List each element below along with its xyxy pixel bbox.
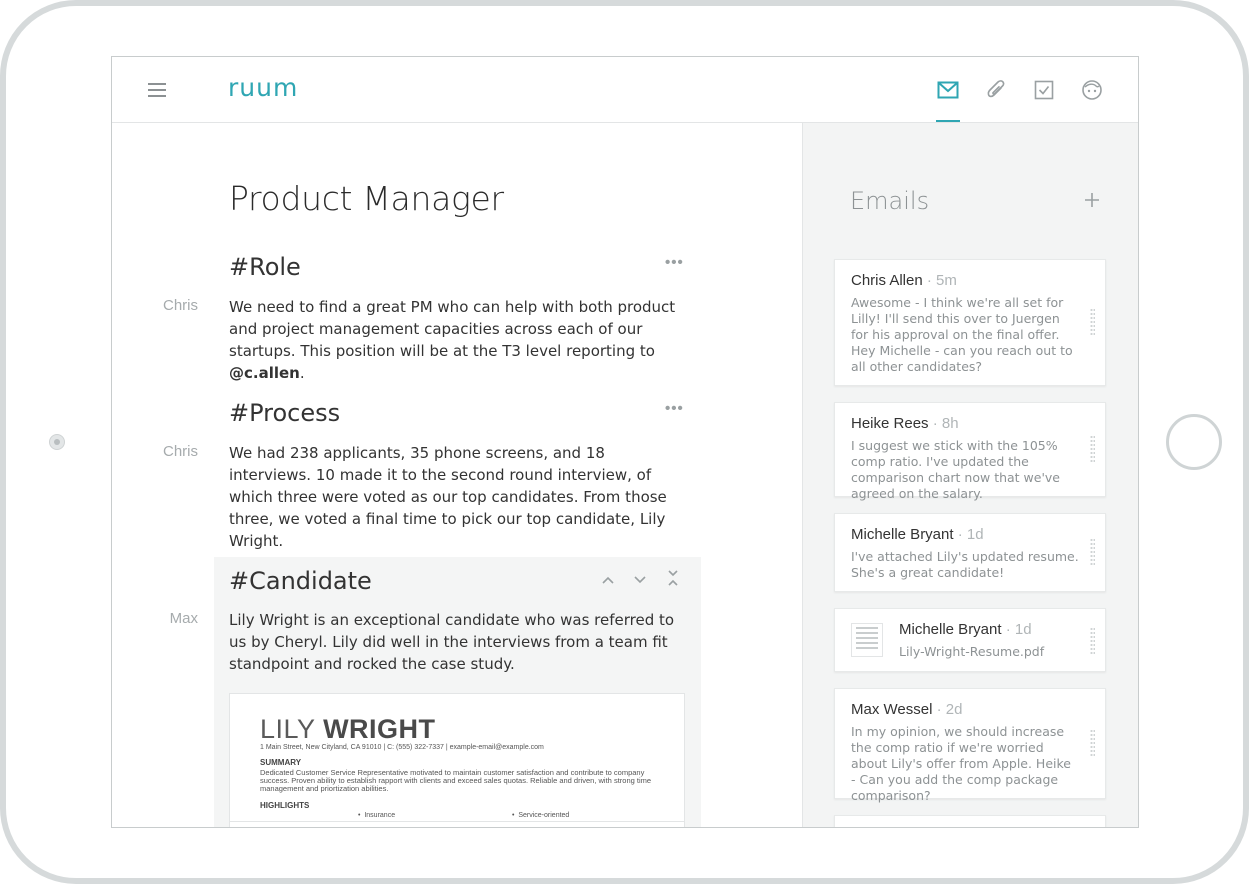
- section-author: Max: [169, 610, 198, 627]
- section-body-candidate[interactable]: Lily Wright is an exceptional candidate …: [229, 609, 689, 675]
- email-snippet: I've attached Lily's updated resume. She…: [851, 549, 1079, 580]
- app-screen: ruum Product Manager #Role ••• Chris We …: [111, 56, 1139, 828]
- sidebar-title: Emails: [850, 187, 930, 215]
- email-card[interactable]: Heike Rees · 8h I suggest we stick with …: [834, 402, 1106, 501]
- resume-highlight: • Insurance: [358, 812, 396, 819]
- checkbox-icon[interactable]: [1031, 77, 1057, 103]
- email-header: Chris Allen · 5m: [851, 272, 957, 289]
- section-heading-process[interactable]: #Process: [229, 399, 340, 427]
- pdf-thumbnail-icon: [851, 623, 883, 657]
- drag-handle-icon[interactable]: [1090, 538, 1095, 566]
- resume-preview[interactable]: LILY WRIGHT 1 Main Street, New Cityland,…: [229, 693, 685, 827]
- email-header: Heike Rees · 8h: [851, 415, 959, 432]
- section-heading-role[interactable]: #Role: [229, 253, 301, 281]
- drag-handle-icon[interactable]: [1090, 729, 1095, 757]
- email-header: Michelle Bryant · 1d: [851, 526, 984, 543]
- drag-handle-icon[interactable]: [1090, 308, 1095, 336]
- email-attachment-card[interactable]: Michelle Bryant · 1d Lily-Wright-Resume.…: [834, 608, 1106, 672]
- logo[interactable]: ruum: [228, 73, 298, 102]
- emails-sidebar: Emails Chris Allen · 5m Awesome - I thin…: [802, 123, 1138, 827]
- email-card[interactable]: Chris Allen · 5m Awesome - I think we're…: [834, 259, 1106, 386]
- email-card[interactable]: Michelle Bryant · 1d I've attached Lily'…: [834, 513, 1106, 592]
- face-icon[interactable]: [1079, 77, 1105, 103]
- resume-highlights-label: HIGHLIGHTS: [260, 801, 310, 810]
- top-bar: ruum: [112, 57, 1138, 123]
- resume-highlight: • Service-oriented: [512, 812, 570, 819]
- mail-icon[interactable]: [935, 77, 961, 103]
- section-body-role[interactable]: We need to find a great PM who can help …: [229, 296, 679, 384]
- section-author: Chris: [162, 443, 198, 460]
- more-options-icon[interactable]: •••: [665, 400, 684, 417]
- page-title: Product Manager: [229, 179, 504, 218]
- user-mention[interactable]: @c.allen: [229, 364, 300, 382]
- divider: [230, 821, 684, 822]
- section-body-process[interactable]: We had 238 applicants, 35 phone screens,…: [229, 442, 679, 552]
- email-snippet: I suggest we stick with the 105% comp ra…: [851, 438, 1060, 501]
- paperclip-icon[interactable]: [983, 77, 1009, 103]
- email-header: Michelle Bryant · 1d: [899, 621, 1032, 638]
- email-snippet: In my opinion, we should increase the co…: [851, 724, 1071, 803]
- email-snippet: Awesome - I think we're all set for Lill…: [851, 295, 1073, 374]
- menu-icon[interactable]: [148, 83, 168, 99]
- resume-summary-label: SUMMARY: [260, 758, 302, 767]
- email-card[interactable]: Max Wessel · 2d In my opinion, we should…: [834, 688, 1106, 803]
- more-options-icon[interactable]: •••: [665, 254, 684, 271]
- email-card[interactable]: [834, 815, 1106, 827]
- drag-handle-icon[interactable]: [1090, 435, 1095, 463]
- collapse-icon[interactable]: [666, 569, 684, 586]
- section-author: Chris: [162, 297, 198, 314]
- camera-icon: [49, 434, 65, 450]
- move-down-icon[interactable]: [633, 572, 651, 588]
- resume-summary: Dedicated Customer Service Representativ…: [260, 768, 652, 793]
- home-button[interactable]: [1166, 414, 1222, 470]
- section-heading-candidate[interactable]: #Candidate: [229, 567, 372, 595]
- document-pane: Product Manager #Role ••• Chris We need …: [112, 123, 802, 827]
- move-up-icon[interactable]: [601, 572, 619, 588]
- active-tab-indicator: [936, 120, 960, 122]
- resume-name: LILY WRIGHT: [260, 714, 436, 744]
- drag-handle-icon[interactable]: [1090, 627, 1095, 655]
- resume-contact: 1 Main Street, New Cityland, CA 91010 | …: [260, 744, 544, 751]
- add-email-button[interactable]: [1083, 191, 1103, 211]
- email-header: Max Wessel · 2d: [851, 701, 963, 718]
